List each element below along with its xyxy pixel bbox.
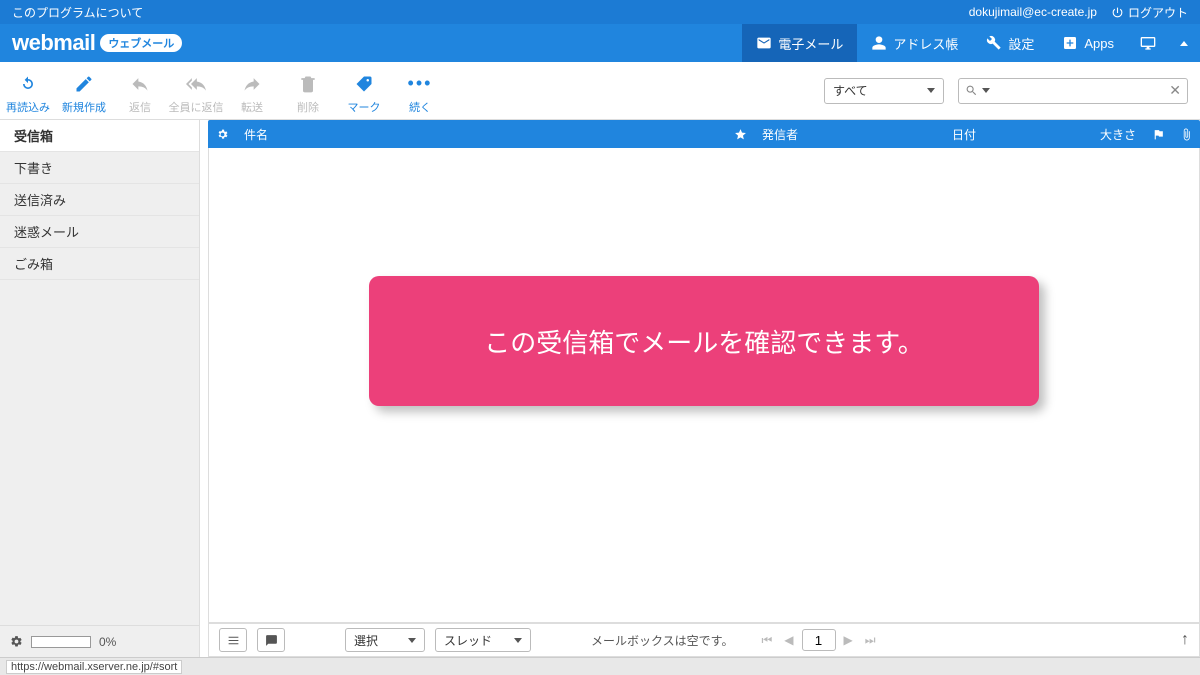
folder-sent[interactable]: 送信済み: [0, 184, 199, 216]
sidebar: 受信箱 下書き 送信済み 迷惑メール ごみ箱 0%: [0, 120, 200, 657]
scroll-top-button[interactable]: ↑: [1181, 631, 1189, 649]
tag-icon: [354, 74, 374, 94]
nav-apps[interactable]: Apps: [1048, 24, 1128, 62]
nav-email[interactable]: 電子メール: [742, 24, 857, 62]
statusbar: https://webmail.xserver.ne.jp/#sort: [0, 657, 1200, 675]
pager-first[interactable]: ⏮: [757, 633, 776, 648]
caret-down-icon: [927, 88, 935, 93]
forward-icon: [242, 74, 262, 94]
power-icon: [1111, 6, 1124, 19]
caret-down-icon: [408, 638, 416, 643]
topbar: このプログラムについて dokujimail@ec-create.jp ログアウ…: [0, 0, 1200, 24]
list-mode-button[interactable]: [219, 628, 247, 652]
nav-collapse[interactable]: [1168, 24, 1200, 62]
col-date[interactable]: 日付: [944, 126, 1084, 143]
caret-down-icon: [514, 638, 522, 643]
folder-drafts[interactable]: 下書き: [0, 152, 199, 184]
chat-icon: [265, 634, 278, 647]
logo-badge: ウェブメール: [100, 34, 182, 52]
nav: 電子メール アドレス帳 設定 Apps: [742, 24, 1200, 62]
thread-mode-button[interactable]: [257, 628, 285, 652]
star-icon: [734, 128, 747, 141]
tool-compose[interactable]: 新規作成: [56, 73, 112, 115]
tool-delete: 削除: [280, 73, 336, 115]
clear-search-icon[interactable]: ✕: [1169, 82, 1181, 99]
col-subject[interactable]: 件名: [236, 126, 726, 143]
quota: 0%: [0, 625, 199, 657]
filter-select[interactable]: すべて: [824, 78, 944, 104]
user-email: dokujimail@ec-create.jp: [969, 5, 1097, 19]
tool-forward: 転送: [224, 73, 280, 115]
col-flag[interactable]: [1144, 127, 1172, 141]
quota-bar: [31, 636, 91, 648]
col-attach[interactable]: [1172, 127, 1200, 141]
list-icon: [227, 634, 240, 647]
header: webmail ウェブメール 電子メール アドレス帳 設定 Apps: [0, 24, 1200, 62]
logo-text: webmail: [12, 30, 95, 56]
logout-link[interactable]: ログアウト: [1111, 4, 1188, 21]
tool-reply: 返信: [112, 73, 168, 115]
tool-mark[interactable]: マーク: [336, 73, 392, 115]
nav-display[interactable]: [1128, 24, 1168, 62]
col-size[interactable]: 大きさ: [1084, 126, 1144, 143]
col-from[interactable]: 発信者: [754, 126, 944, 143]
callout: この受信箱でメールを確認できます。: [369, 276, 1039, 406]
pager-prev[interactable]: ◀: [780, 633, 797, 647]
main: 件名 発信者 日付 大きさ この受信箱でメールを確認できます。: [208, 120, 1200, 657]
thread-dropdown[interactable]: スレッド: [435, 628, 531, 652]
about-link[interactable]: このプログラムについて: [12, 4, 143, 21]
quota-percent: 0%: [99, 635, 116, 649]
nav-addressbook[interactable]: アドレス帳: [857, 24, 972, 62]
pencil-icon: [74, 74, 94, 94]
search-box[interactable]: ✕: [958, 78, 1188, 104]
gear-icon: [216, 128, 229, 141]
message-list: この受信箱でメールを確認できます。: [208, 148, 1200, 623]
folder-junk[interactable]: 迷惑メール: [0, 216, 199, 248]
logo: webmail ウェブメール: [0, 30, 182, 56]
bottombar: 選択 スレッド メールボックスは空です。 ⏮ ◀ ▶ ⏭ ↑: [208, 623, 1200, 657]
column-header: 件名 発信者 日付 大きさ: [208, 120, 1200, 148]
col-settings[interactable]: [208, 127, 236, 141]
col-star[interactable]: [726, 127, 754, 141]
empty-message: メールボックスは空です。: [591, 632, 733, 649]
pager: ⏮ ◀ ▶ ⏭: [757, 629, 879, 651]
search-icon: [965, 84, 978, 97]
folder-list: 受信箱 下書き 送信済み 迷惑メール ごみ箱: [0, 120, 199, 625]
reply-icon: [130, 74, 150, 94]
refresh-icon: [18, 74, 38, 94]
pager-page-input[interactable]: [802, 629, 836, 651]
folder-trash[interactable]: ごみ箱: [0, 248, 199, 280]
status-url: https://webmail.xserver.ne.jp/#sort: [6, 660, 182, 674]
envelope-icon: [756, 35, 772, 51]
wrench-icon: [986, 35, 1002, 51]
plus-square-icon: [1062, 35, 1078, 51]
flag-icon: [1152, 128, 1165, 141]
folder-inbox[interactable]: 受信箱: [0, 120, 199, 152]
tool-more[interactable]: ••• 続く: [392, 73, 448, 115]
pager-last[interactable]: ⏭: [861, 633, 880, 648]
person-icon: [871, 35, 887, 51]
tool-replyall: 全員に返信: [168, 73, 224, 115]
reply-all-icon: [186, 74, 206, 94]
dots-icon: •••: [408, 73, 433, 95]
nav-settings[interactable]: 設定: [972, 24, 1048, 62]
toolbar: 再読込み 新規作成 返信 全員に返信 転送 削除 マーク ••• 続く: [0, 62, 1200, 120]
pager-next[interactable]: ▶: [840, 633, 857, 647]
gear-icon[interactable]: [10, 635, 23, 648]
monitor-icon: [1140, 35, 1156, 51]
tool-refresh[interactable]: 再読込み: [0, 73, 56, 115]
select-dropdown[interactable]: 選択: [345, 628, 425, 652]
paperclip-icon: [1180, 128, 1193, 141]
trash-icon: [298, 74, 318, 94]
search-input[interactable]: [996, 84, 1163, 98]
caret-down-icon: [982, 88, 990, 93]
caret-up-icon: [1180, 41, 1188, 46]
